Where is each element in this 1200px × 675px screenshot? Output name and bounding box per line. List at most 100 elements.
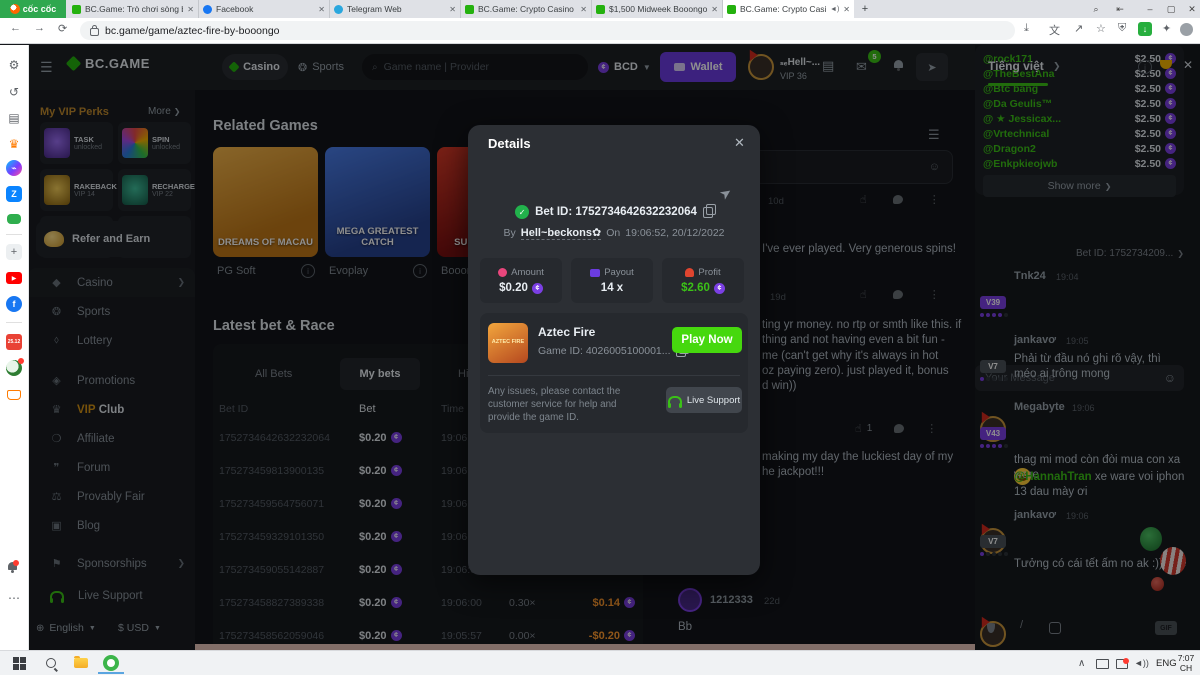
cart-icon[interactable] — [7, 390, 21, 400]
share-icon[interactable]: ↗ — [1074, 22, 1083, 35]
game-card-mega-greatest-catch[interactable]: MEGA GREATEST CATCH — [325, 147, 430, 257]
modal-close-icon[interactable]: ✕ — [734, 135, 745, 151]
header-casino-button[interactable]: Casino — [222, 54, 288, 80]
translate-icon[interactable]: 文 — [1049, 22, 1060, 38]
hamburger-menu-icon[interactable]: ☰ — [40, 59, 53, 76]
tab-audio-icon[interactable]: ◄) — [830, 6, 839, 13]
close-tab-icon[interactable]: ✕ — [711, 5, 718, 14]
sidebar-item-blog[interactable]: ▣Blog — [28, 511, 195, 540]
more-dots-icon[interactable]: ⋮ — [929, 193, 940, 206]
add-shortcut-button[interactable]: + — [6, 244, 22, 260]
mention[interactable]: @HannahTran — [1014, 471, 1092, 483]
input-language[interactable]: ENG — [1156, 658, 1177, 669]
header-sports-button[interactable]: ❂Sports — [298, 54, 344, 80]
info-icon[interactable]: i — [301, 264, 315, 278]
language-selector[interactable]: ⊕English▼ — [36, 622, 96, 634]
file-explorer-icon[interactable] — [72, 654, 90, 672]
reply-bubble-icon[interactable] — [893, 290, 903, 299]
sidebar-item-forum[interactable]: ❞Forum — [28, 453, 195, 482]
facebook-icon[interactable]: f — [6, 296, 22, 312]
sidebar-item-affiliate[interactable]: ❍Affiliate — [28, 424, 195, 453]
game-card-dreams-of-macau[interactable]: DREAMS OF MACAU — [213, 147, 318, 257]
zalo-icon[interactable]: Z — [6, 186, 22, 202]
mail-icon[interactable]: ✉ — [856, 59, 867, 75]
clock[interactable]: 7:07 CH20/12/2022 — [1175, 653, 1197, 675]
perk-recharge[interactable]: RECHARGEVIP 22 — [118, 169, 191, 211]
chat-close-icon[interactable]: ✕ — [1183, 58, 1193, 72]
refer-and-earn[interactable]: Refer and Earn — [36, 221, 188, 257]
chat-username[interactable]: Megabyte — [1014, 401, 1065, 413]
browser-tab-3[interactable]: Telegram Web✕ — [330, 0, 461, 18]
perk-spin[interactable]: SPINunlocked — [118, 122, 191, 164]
window-maximize-button[interactable]: ▢ — [1161, 0, 1181, 18]
update-icon[interactable]: ↓ — [1138, 22, 1152, 36]
game-search-input[interactable]: ⌕ Game name | Provider — [362, 54, 588, 80]
close-tab-icon[interactable]: ✕ — [318, 5, 325, 14]
game-thumbnail[interactable]: AZTEC FIRE — [488, 323, 528, 363]
new-tab-button[interactable]: + — [858, 2, 872, 16]
site-logo[interactable]: BC.GAME — [68, 56, 150, 71]
shield-icon[interactable]: ⛨ — [1118, 22, 1126, 35]
chat-username[interactable]: Tnk24 — [1014, 270, 1046, 282]
comment-username[interactable]: 1212333 — [710, 594, 753, 606]
browser-tab-1[interactable]: BC.Game: Trò chơi sòng bạc✕ — [68, 0, 199, 18]
perk-task[interactable]: TASKunlocked — [40, 122, 113, 164]
more-dots-icon[interactable]: ⋮ — [929, 288, 940, 301]
sidebar-item-lottery[interactable]: ⬨Lottery — [28, 326, 195, 355]
live-support-button[interactable]: Live Support — [666, 387, 742, 413]
save-page-icon[interactable]: ⤓ — [1024, 22, 1029, 35]
emoji-smile-icon[interactable]: ☺ — [929, 161, 940, 173]
messenger-icon[interactable]: ⌁ — [6, 160, 22, 176]
sidebar-item-provably-fair[interactable]: ⚖Provably Fair — [28, 482, 195, 511]
sidebar-item-sponsorships[interactable]: ⚑Sponsorships❯ — [28, 549, 195, 578]
display-alert-icon[interactable] — [1116, 659, 1128, 669]
sidebar-item-promotions[interactable]: ◈Promotions — [28, 366, 195, 395]
perk-rakeback[interactable]: RAKEBACKVIP 14 — [40, 169, 113, 211]
start-button[interactable] — [10, 654, 28, 672]
url-field[interactable]: bc.game/game/aztec-fire-by-booongo — [80, 21, 1015, 40]
tab-my-bets[interactable]: My bets — [340, 358, 420, 390]
back-icon[interactable]: ← — [10, 22, 21, 34]
browser-tab-active[interactable]: BC.Game: Crypto Casino◄)✕ — [723, 0, 854, 18]
more-dots-icon[interactable]: ⋮ — [926, 422, 937, 435]
slash-command-icon[interactable]: / — [1020, 619, 1023, 631]
taskbar-search-icon[interactable] — [42, 654, 60, 672]
show-more-button[interactable]: Show more❯ — [983, 175, 1176, 197]
reading-list-icon[interactable]: ▤ — [6, 110, 22, 126]
gif-icon[interactable]: GIF — [1155, 621, 1177, 635]
vip-perks-more[interactable]: More❯ — [148, 106, 181, 117]
reload-icon[interactable]: ⟳ — [58, 22, 67, 35]
tray-expand-icon[interactable]: ∧ — [1078, 658, 1085, 669]
tab-search-icon[interactable]: ⌕ — [1086, 0, 1106, 18]
close-tab-icon[interactable]: ✕ — [449, 5, 456, 14]
header-username[interactable]: ₛₑHell~... — [780, 57, 820, 68]
window-minimize-button[interactable]: – — [1140, 0, 1160, 18]
gear-icon[interactable]: ⚙ — [6, 57, 22, 73]
browser-tab-5[interactable]: $1,500 Midweek Booongo M✕ — [592, 0, 723, 18]
browser-tab-4[interactable]: BC.Game: Crypto Casino Gam✕ — [461, 0, 592, 18]
chat-info-icon[interactable]: i — [1138, 60, 1152, 74]
dice-icon[interactable] — [1049, 622, 1061, 634]
bookmark-star-icon[interactable]: ☆ — [1096, 22, 1106, 35]
rain-drop-icon[interactable] — [987, 623, 995, 633]
sidebar-item-casino[interactable]: ◆Casino❯ — [28, 268, 195, 297]
more-dots-icon[interactable]: ⋯ — [6, 590, 22, 606]
chevron-right-icon[interactable]: ❯ — [1053, 61, 1061, 72]
chat-username[interactable]: jankavơ — [1014, 334, 1056, 346]
currency-selector[interactable]: ¢BCD▼ — [598, 54, 651, 80]
extensions-icon[interactable]: ✦ — [1162, 22, 1171, 35]
forward-icon[interactable]: → — [34, 22, 45, 34]
modal-username[interactable]: Hell~beckons✿ — [521, 226, 601, 240]
like-icon[interactable]: ☝ — [860, 288, 867, 301]
tab-all-bets[interactable]: All Bets — [255, 368, 292, 380]
reply-bubble-icon[interactable] — [893, 195, 903, 204]
calendar-25-12-icon[interactable]: 25.12 — [6, 334, 22, 350]
bet-list-icon[interactable]: ▤ — [822, 58, 834, 74]
chat-toggle-icon[interactable]: ➤ — [916, 53, 948, 81]
wallet-button[interactable]: Wallet — [660, 52, 736, 82]
reply-bubble-icon[interactable] — [894, 424, 904, 433]
browser-brand[interactable]: cốc cốc — [0, 0, 66, 18]
crown-icon[interactable]: ♛ — [6, 136, 22, 152]
rain-bet-id[interactable]: Bet ID: 1752734209...❯ — [975, 248, 1184, 259]
play-now-button[interactable]: Play Now — [672, 327, 742, 353]
